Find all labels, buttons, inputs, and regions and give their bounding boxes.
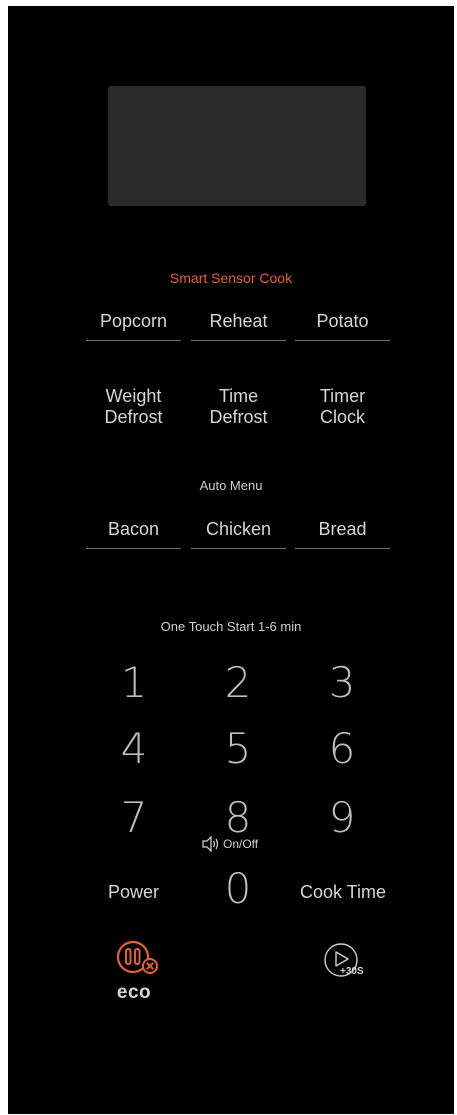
eco-button[interactable]: eco xyxy=(108,936,168,1006)
bread-label: Bread xyxy=(318,518,367,539)
timer-clock-line1: Timer xyxy=(319,386,366,406)
play-icon xyxy=(324,943,358,977)
power-button[interactable]: Power xyxy=(86,882,181,902)
digit-5-button[interactable]: 5 xyxy=(188,724,288,773)
time-defrost-line2: Defrost xyxy=(209,407,268,427)
reheat-label: Reheat xyxy=(209,310,268,331)
sound-toggle-label: On/Off xyxy=(223,837,259,851)
popcorn-button[interactable]: Popcorn xyxy=(86,301,181,341)
weight-defrost-button[interactable]: Weight Defrost xyxy=(86,386,181,428)
lcd-display xyxy=(108,86,366,206)
one-touch-label: One Touch Start 1-6 min xyxy=(160,619,302,634)
plus30-label: +30S xyxy=(340,966,364,977)
digit-0-button[interactable]: 0 xyxy=(188,864,288,913)
bacon-button[interactable]: Bacon xyxy=(86,509,181,549)
chicken-button[interactable]: Chicken xyxy=(191,509,286,549)
potato-button[interactable]: Potato xyxy=(295,301,390,341)
digit-8-button[interactable]: 8 xyxy=(188,793,288,842)
time-defrost-button[interactable]: Time Defrost xyxy=(191,386,286,428)
cook-time-button[interactable]: Cook Time xyxy=(291,882,395,902)
digit-3-button[interactable]: 3 xyxy=(292,658,392,707)
auto-menu-label: Auto Menu xyxy=(199,478,263,493)
speaker-icon xyxy=(202,836,219,852)
digit-1-button[interactable]: 1 xyxy=(84,658,184,707)
eco-pause-cancel-icon xyxy=(116,940,158,974)
sound-toggle-indicator: On/Off xyxy=(201,836,258,852)
digit-4-button[interactable]: 4 xyxy=(84,724,184,773)
bacon-label: Bacon xyxy=(107,518,160,539)
smart-sensor-label: Smart Sensor Cook xyxy=(169,270,293,286)
digit-6-button[interactable]: 6 xyxy=(292,724,392,773)
reheat-button[interactable]: Reheat xyxy=(191,301,286,341)
timer-clock-button[interactable]: Timer Clock xyxy=(295,386,390,428)
start-plus30-button[interactable]: +30S xyxy=(321,940,371,990)
bread-button[interactable]: Bread xyxy=(295,509,390,549)
digit-7-button[interactable]: 7 xyxy=(84,793,184,842)
popcorn-label: Popcorn xyxy=(99,310,168,331)
weight-defrost-line2: Defrost xyxy=(104,407,163,427)
weight-defrost-line1: Weight xyxy=(105,386,162,406)
eco-label: eco xyxy=(116,982,152,1003)
digit-9-button[interactable]: 9 xyxy=(292,793,392,842)
time-defrost-line1: Time xyxy=(218,386,259,406)
potato-label: Potato xyxy=(316,310,369,331)
timer-clock-line2: Clock xyxy=(319,407,365,427)
digit-2-button[interactable]: 2 xyxy=(188,658,288,707)
control-panel: Smart Sensor Cook Popcorn Reheat Potato … xyxy=(8,6,454,1114)
chicken-label: Chicken xyxy=(205,518,272,539)
